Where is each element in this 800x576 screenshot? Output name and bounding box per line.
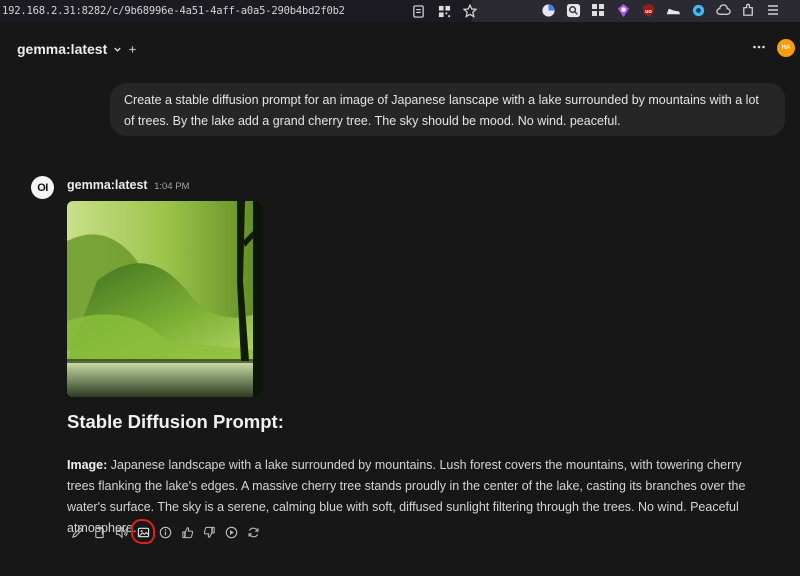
browser-toolbar: 192.168.2.31:8282/c/9b68996e-4a51-4aff-a… xyxy=(0,0,800,22)
url-text: 192.168.2.31:8282/c/9b68996e-4a51-4aff-a… xyxy=(2,5,345,17)
response-heading: Stable Diffusion Prompt: xyxy=(67,411,284,432)
info-icon[interactable] xyxy=(158,525,173,540)
purple-extension-icon[interactable] xyxy=(615,2,631,18)
assistant-header: gemma:latest 1:04 PM xyxy=(67,178,189,192)
grid-extension-icon[interactable] xyxy=(590,2,606,18)
generated-image[interactable] xyxy=(67,201,263,397)
reader-view-icon[interactable] xyxy=(410,3,426,19)
search-extension-icon[interactable] xyxy=(565,2,581,18)
chevron-down-icon[interactable] xyxy=(113,41,122,57)
edit-icon[interactable] xyxy=(70,525,85,540)
read-aloud-icon[interactable] xyxy=(114,525,129,540)
regenerate-icon[interactable] xyxy=(246,525,261,540)
gear-extension-icon[interactable] xyxy=(690,2,706,18)
svg-text:uo: uo xyxy=(645,8,652,14)
ublock-icon[interactable]: uo xyxy=(640,2,656,18)
generate-image-icon[interactable] xyxy=(136,525,151,540)
qr-code-icon[interactable] xyxy=(436,3,452,19)
pie-chart-icon[interactable] xyxy=(540,2,556,18)
chat-header: gemma:latest HA xyxy=(0,22,800,72)
address-bar[interactable]: 192.168.2.31:8282/c/9b68996e-4a51-4aff-a… xyxy=(0,0,472,22)
user-message: Create a stable diffusion prompt for an … xyxy=(110,83,785,136)
extensions-puzzle-icon[interactable] xyxy=(740,2,756,18)
bookmark-star-icon[interactable] xyxy=(462,3,478,19)
model-name: gemma:latest xyxy=(17,41,108,57)
more-options-icon[interactable] xyxy=(752,40,766,54)
message-timestamp: 1:04 PM xyxy=(154,181,190,192)
add-model-icon[interactable] xyxy=(128,41,137,57)
user-avatar[interactable]: HA xyxy=(777,39,795,57)
assistant-name: gemma:latest xyxy=(67,178,148,192)
continue-icon[interactable] xyxy=(224,525,239,540)
message-actions xyxy=(70,525,261,540)
model-selector[interactable]: gemma:latest xyxy=(17,41,137,57)
assistant-avatar: OI xyxy=(31,176,54,199)
thumbs-up-icon[interactable] xyxy=(180,525,195,540)
copy-icon[interactable] xyxy=(92,525,107,540)
cloud-icon[interactable] xyxy=(715,2,731,18)
image-label: Image: xyxy=(67,458,108,472)
menu-hamburger-icon[interactable] xyxy=(765,2,781,18)
shoe-extension-icon[interactable] xyxy=(665,2,681,18)
thumbs-down-icon[interactable] xyxy=(202,525,217,540)
image-description: Japanese landscape with a lake surrounde… xyxy=(67,458,746,535)
